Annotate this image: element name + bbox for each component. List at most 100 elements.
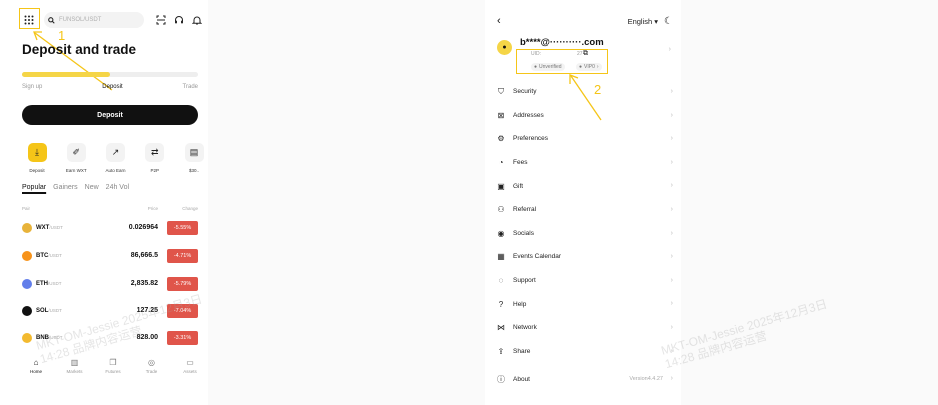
assets-icon: ▭ — [186, 358, 194, 367]
earn-icon: ✐ — [66, 143, 86, 162]
menu-item-label: Socials — [513, 229, 534, 237]
chevron-right-icon: › — [670, 205, 673, 213]
nav-futures[interactable]: ❐ Futures — [95, 358, 131, 382]
tab-new[interactable]: New — [85, 184, 99, 191]
pair-name: BTC/USDT — [36, 253, 62, 259]
change-badge[interactable]: -4.71% — [167, 249, 198, 263]
chevron-right-icon: › — [670, 229, 673, 237]
base-symbol: BNB — [36, 335, 49, 341]
nav-assets[interactable]: ▭ Assets — [172, 358, 208, 382]
onboarding-steps: Sign up Deposit Trade — [22, 84, 198, 90]
last-price: 127.25 — [136, 307, 158, 314]
annotation-label-1: 1 — [58, 28, 66, 43]
auto-earn-icon: ↗ — [106, 143, 125, 162]
quote-symbol: /USDT — [49, 335, 63, 340]
nav-home[interactable]: ⌂ Home — [18, 358, 54, 382]
chevron-right-icon: › — [670, 135, 673, 143]
gear-icon: ⚙ — [497, 134, 505, 144]
chevron-right-icon: › — [670, 300, 673, 308]
menu-item-label: Addresses — [513, 111, 544, 119]
coin-icon — [22, 333, 32, 343]
nav-label: Markets — [66, 369, 83, 374]
market-row[interactable]: ETH/USDT 2,835.82 -5.79% — [22, 276, 198, 292]
menu-item-share[interactable]: ⇪ Share › — [495, 340, 675, 364]
market-row[interactable]: BNB/USDT 828.00 -3.31% — [22, 330, 198, 346]
menu-item-network[interactable]: ⋈ Network › — [495, 316, 675, 340]
step-signup: Sign up — [22, 84, 43, 90]
market-tabs: Popular Gainers New 24h Vol — [22, 184, 129, 191]
menu-item-security[interactable]: ⛉ Security › — [495, 80, 675, 104]
quote-symbol: /USDT — [48, 281, 62, 286]
profile-screen: ‹ English ▾ ☾ ● b****@··········.com UID… — [485, 0, 681, 405]
app-version: Version4.4.27 — [629, 376, 663, 382]
page-title: Deposit and trade — [22, 42, 137, 57]
menu-item-gift[interactable]: ▣ Gift › — [495, 174, 675, 198]
menu-item-events-calendar[interactable]: ▦ Events Calendar › — [495, 245, 675, 269]
shortcut-auto-earn[interactable]: ↗ Auto Earn — [97, 143, 135, 173]
menu-item-socials[interactable]: ◉ Socials › — [495, 222, 675, 246]
base-symbol: WXT — [36, 225, 50, 231]
market-row[interactable]: BTC/USDT 86,666.5 -4.71% — [22, 248, 198, 264]
last-price: 2,835.82 — [130, 280, 158, 287]
last-price: 0.026964 — [128, 224, 158, 231]
support-icon: ◌ — [498, 276, 504, 286]
menu-item-referral[interactable]: ⚇ Referral › — [495, 198, 675, 222]
menu-item-preferences[interactable]: ⚙ Preferences › — [495, 127, 675, 151]
shortcut-deposit[interactable]: ⤓ Deposit — [18, 143, 56, 173]
step-deposit: Deposit — [102, 84, 123, 90]
menu-item-label: Fees — [513, 159, 528, 167]
bottom-nav: ⌂ Home ▥ Markets ❐ Futures ◎ Trade ▭ Assets — [18, 358, 208, 382]
share-icon: ⇪ — [497, 346, 505, 356]
nav-trade[interactable]: ◎ Trade — [134, 358, 170, 382]
shortcut-voucher[interactable]: ▤ $30.. — [175, 143, 213, 173]
about-row[interactable]: ⓘ About Version4.4.27 › — [495, 373, 675, 385]
market-row[interactable]: WXT/USDT 0.026964 -5.55% — [22, 220, 198, 236]
shortcut-label: Deposit — [29, 168, 45, 173]
tab-gainers[interactable]: Gainers — [53, 184, 78, 191]
deposit-icon: ⤓ — [27, 143, 47, 162]
help-icon: ? — [498, 299, 504, 309]
menu-item-support[interactable]: ◌ Support › — [495, 269, 675, 293]
nav-label: Home — [29, 369, 42, 374]
last-price: 828.00 — [136, 334, 158, 341]
deposit-button[interactable]: Deposit — [22, 105, 198, 125]
change-badge[interactable]: -5.79% — [167, 277, 198, 291]
menu-item-help[interactable]: ? Help › — [495, 292, 675, 316]
coin-icon — [22, 251, 32, 261]
chevron-right-icon: › — [670, 276, 673, 284]
tab-24h-vol[interactable]: 24h Vol — [106, 184, 129, 191]
menu-item-label: Gift — [513, 182, 524, 190]
column-price: Price — [147, 206, 158, 211]
coin-icon — [22, 306, 32, 316]
home-screen: FUNSOL/USDT 1 Deposit and trade Sign up … — [12, 0, 208, 405]
menu-item-label: Help — [513, 300, 527, 308]
nav-label: Trade — [145, 369, 158, 374]
pair-name: BNB/USDT — [36, 335, 63, 341]
step-trade: Trade — [182, 84, 198, 90]
menu-item-fees[interactable]: ◔ Fees › — [495, 151, 675, 175]
shortcut-p2p[interactable]: ⇄ P2P — [136, 143, 174, 173]
menu-item-label: Security — [513, 88, 537, 96]
base-symbol: ETH — [36, 281, 48, 287]
tab-popular[interactable]: Popular — [22, 184, 46, 191]
market-row[interactable]: SOL/USDT 127.25 -7.04% — [22, 303, 198, 319]
markets-icon: ▥ — [70, 358, 79, 367]
fees-icon: ◔ — [498, 158, 504, 168]
chevron-right-icon: › — [670, 158, 673, 166]
shortcut-earn-wxt[interactable]: ✐ Earn WXT — [57, 143, 95, 173]
base-symbol: BTC — [36, 253, 49, 259]
menu-item-label: Network — [513, 324, 537, 332]
menu-item-addresses[interactable]: ⊠ Addresses › — [495, 104, 675, 128]
chevron-right-icon: › — [670, 111, 673, 119]
coin-icon — [22, 279, 32, 289]
trade-icon: ◎ — [148, 358, 155, 367]
change-badge[interactable]: -3.31% — [167, 331, 198, 345]
referral-icon: ⚇ — [497, 205, 505, 215]
gift-icon: ▣ — [497, 181, 505, 191]
pair-name: ETH/USDT — [36, 281, 62, 287]
change-badge[interactable]: -7.04% — [167, 304, 198, 318]
nav-markets[interactable]: ▥ Markets — [57, 358, 93, 382]
about-label: About — [513, 375, 530, 383]
quote-symbol: /USDT — [48, 308, 62, 313]
change-badge[interactable]: -5.55% — [167, 221, 198, 235]
